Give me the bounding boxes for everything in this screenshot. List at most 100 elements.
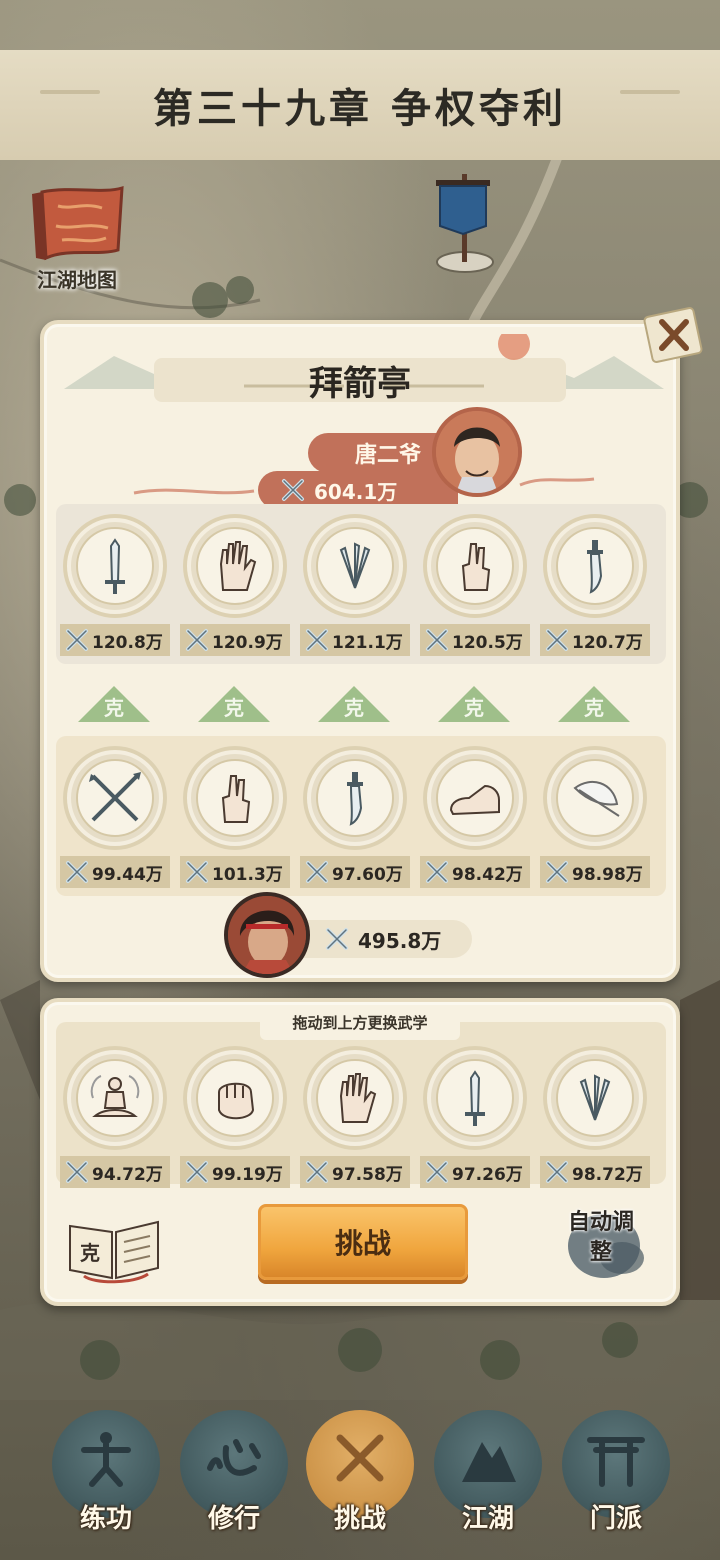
skill-power: 101.3万 [212,864,283,885]
sword-icon [105,538,125,594]
available-skill-slot[interactable]: 98.72万 [540,1046,650,1188]
player-power-plate: 495.8万 [302,920,472,958]
power-swords-icon [186,629,208,651]
map-button-label: 江湖地图 [37,268,117,292]
skill-power: 99.19万 [212,1164,283,1185]
finger-icon [461,543,491,591]
nav-sect[interactable]: 门派 [562,1410,672,1545]
skill-power: 99.44万 [92,864,163,885]
power-swords-icon [186,1161,208,1183]
enemy-avatar [432,407,522,497]
fist-icon [218,1082,255,1120]
counter-badge: 克 [76,684,152,724]
enemy-skill-slot[interactable]: 120.7万 [540,514,650,656]
enemy-skill-slot[interactable]: 120.8万 [60,514,170,656]
player-info: 495.8万 [224,892,504,982]
power-swords-icon [66,1161,88,1183]
map-flag-marker[interactable] [430,170,500,275]
counter-label: 克 [224,696,244,720]
jianghu-map-button[interactable]: 江湖地图 [22,180,132,295]
modal-header: 拜箭亭 [44,334,676,424]
mountain-icon [462,1442,516,1482]
chapter-title: 第三十九章 争权夺利 [153,85,567,132]
available-skill-slot[interactable]: 97.58万 [300,1046,410,1188]
throwing-knives-icon [579,1074,611,1121]
skill-power: 120.7万 [572,632,643,653]
player-skill-slot[interactable]: 97.60万 [300,746,410,888]
auto-adjust-button[interactable]: 自动调整 [560,1202,650,1284]
available-skill-slot[interactable]: 97.26万 [420,1046,530,1188]
saber-icon [347,772,363,826]
chapter-banner: 第三十九章 争权夺利 [0,50,720,160]
nav-label: 挑战 [333,1504,386,1534]
counter-guide-book[interactable]: 克 [64,1212,164,1284]
skill-power: 98.42万 [452,864,523,885]
available-skill-row: 94.72万 99.19万 97.58万 97.26万 98.72万 [56,1022,666,1188]
bottom-nav: 练功 修行 挑战 江湖 门派 [0,1395,720,1560]
skill-power: 94.72万 [92,1164,163,1185]
player-power: 495.8万 [358,928,442,953]
book-label: 克 [80,1241,100,1265]
challenge-button[interactable]: 挑战 [258,1204,468,1280]
available-skill-slot[interactable]: 99.19万 [180,1046,290,1188]
nav-cultivation[interactable]: 修行 [180,1410,290,1545]
enemy-skill-slot[interactable]: 121.1万 [300,514,410,656]
nav-jianghu[interactable]: 江湖 [434,1410,544,1545]
power-swords-icon [66,861,88,883]
nav-label: 修行 [207,1504,260,1534]
sword-icon [465,1070,485,1126]
enemy-power: 604.1万 [314,479,398,504]
power-swords-icon [326,928,348,950]
power-swords-icon [546,861,568,883]
counter-row: 克 克 克 克 克 [56,684,666,732]
enemy-skill-slot[interactable]: 120.5万 [420,514,530,656]
crossed-swords-icon [336,1434,384,1482]
finger-icon [221,775,251,823]
scroll-map-icon [32,185,124,261]
power-swords-icon [306,861,328,883]
enemy-info: 唐二爷 604.1万 [44,407,676,509]
crossed-spears-icon [89,772,141,822]
counter-label: 克 [104,696,124,720]
close-icon [643,307,703,363]
training-icon [81,1432,131,1487]
power-swords-icon [426,629,448,651]
skill-power: 120.9万 [212,632,283,653]
skill-power: 120.8万 [92,632,163,653]
counter-badge: 克 [436,684,512,724]
power-swords-icon [426,861,448,883]
nav-label: 练功 [79,1504,132,1534]
throwing-knives-icon [339,542,371,589]
book-icon: 克 [69,1220,159,1284]
nav-training[interactable]: 练功 [52,1410,162,1545]
enemy-skill-slot[interactable]: 120.9万 [180,514,290,656]
challenge-modal: 拜箭亭 唐二爷 604.1万 120.8万 120.9万 121.1万 120.… [40,307,703,982]
skill-power: 97.26万 [452,1164,523,1185]
player-skill-slot[interactable]: 101.3万 [180,746,290,888]
power-swords-icon [426,1161,448,1183]
counter-label: 克 [464,696,484,720]
skill-power: 98.98万 [572,864,643,885]
power-swords-icon [306,1161,328,1183]
player-skill-slot[interactable]: 98.98万 [540,746,650,888]
available-skill-slot[interactable]: 94.72万 [60,1046,170,1188]
player-skill-row: 99.44万 101.3万 97.60万 98.42万 98.98万 [56,736,666,896]
counter-label: 克 [584,696,604,720]
nav-label: 江湖 [461,1504,514,1534]
skill-power: 97.60万 [332,864,403,885]
auto-adjust-label: 自动调整 [567,1210,634,1265]
palm-icon [219,541,257,591]
player-skill-slot[interactable]: 99.44万 [60,746,170,888]
close-button[interactable] [640,302,706,368]
counter-badge: 克 [316,684,392,724]
heart-icon [207,1439,261,1476]
drag-hint: 拖动到上方更换武学 [260,1006,460,1040]
feather-icon [573,780,620,817]
power-swords-icon [306,629,328,651]
nav-challenge[interactable]: 挑战 [306,1410,416,1545]
player-skill-slot[interactable]: 98.42万 [420,746,530,888]
counter-label: 克 [344,696,364,720]
counter-badge: 克 [196,684,272,724]
enemy-skill-row: 120.8万 120.9万 121.1万 120.5万 120.7万 [56,504,666,664]
modal-title: 拜箭亭 [309,364,411,404]
